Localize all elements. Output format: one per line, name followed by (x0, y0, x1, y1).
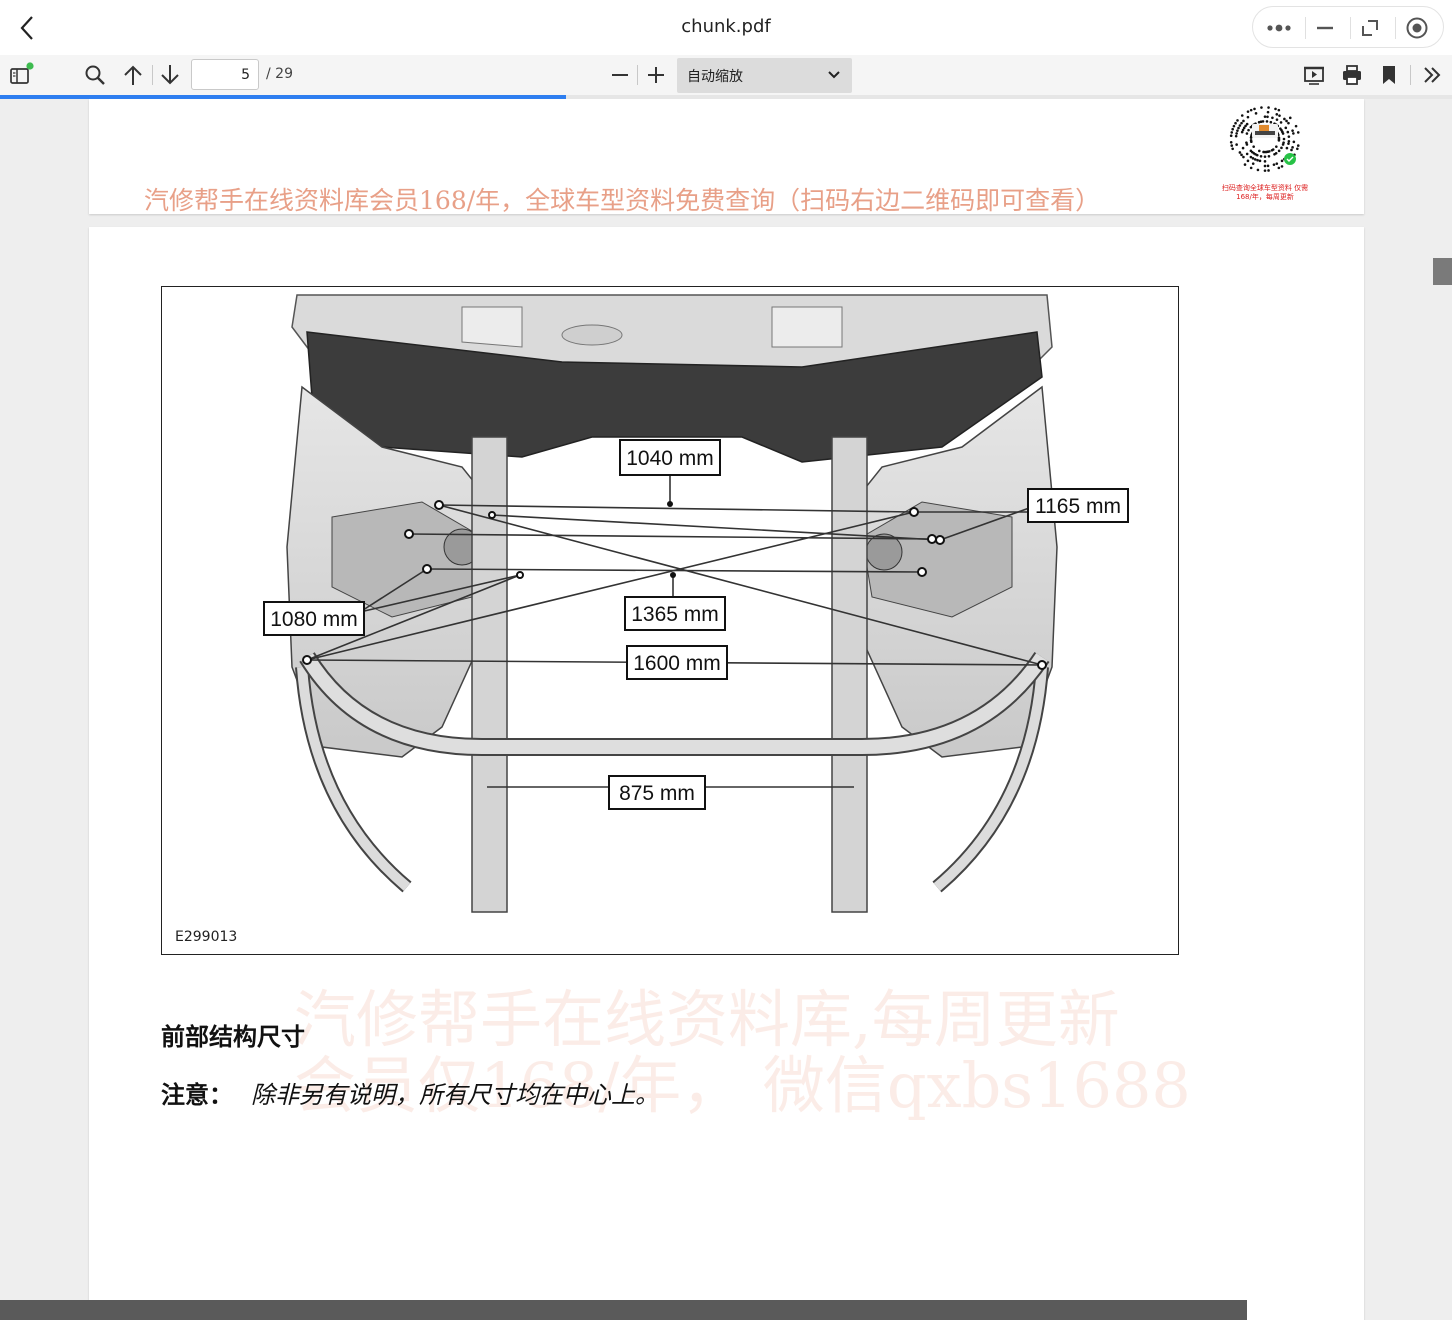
watermark-line-1: 汽修帮手在线资料库,每周更新 (294, 987, 1191, 1053)
restore-button[interactable] (1353, 11, 1387, 45)
bookmark-icon (1379, 63, 1399, 87)
pdf-toolbar: / 29 自动缩放 (0, 55, 1452, 95)
presentation-icon (1302, 63, 1326, 87)
more-tools-button[interactable] (1417, 61, 1447, 89)
minimize-button[interactable] (1308, 11, 1342, 45)
presentation-mode-button[interactable] (1299, 61, 1329, 89)
zoom-select[interactable]: 自动缩放 (677, 58, 852, 93)
horizontal-scrollbar[interactable] (0, 1300, 1247, 1320)
measurement-label: 1040 mm (626, 447, 714, 470)
previous-page: 汽修帮手在线资料库会员168/年，全球车型资料免费查询（扫码右边二维码即可查看）… (89, 99, 1364, 214)
note-paragraph: 注意： 除非另有说明，所有尺寸均在中心上。 (161, 1075, 659, 1110)
note-label: 注意： (161, 1081, 233, 1109)
double-chevron-right-icon (1421, 64, 1443, 86)
sidebar-toggle-button[interactable] (5, 61, 35, 89)
section-heading: 前部结构尺寸 (161, 1017, 305, 1052)
restore-icon (1360, 18, 1380, 38)
note-text: 除非另有说明，所有尺寸均在中心上。 (251, 1081, 659, 1109)
current-page: 汽修帮手在线资料库,每周更新 会员仅168/年， 微信qxbs1688 (89, 227, 1364, 1320)
record-icon (1405, 16, 1429, 40)
zoom-out-button[interactable] (605, 61, 635, 89)
more-button[interactable] (1262, 11, 1296, 45)
sidebar-toggle-icon (6, 62, 34, 88)
window-controls (1252, 6, 1444, 48)
page-number-input[interactable] (191, 59, 259, 90)
next-page-button[interactable] (155, 61, 185, 89)
measurement-label: 1365 mm (631, 603, 719, 626)
title-bar: chunk.pdf (0, 0, 1452, 55)
previous-page-button[interactable] (118, 61, 148, 89)
page-watermark-banner: 汽修帮手在线资料库会员168/年，全球车型资料免费查询（扫码右边二维码即可查看） (144, 181, 1100, 217)
close-button[interactable] (1400, 11, 1434, 45)
zoom-in-button[interactable] (641, 61, 671, 89)
zoom-select-label: 自动缩放 (687, 66, 743, 86)
arrow-up-icon (122, 63, 144, 87)
minimize-icon (1315, 18, 1335, 38)
page-total: / 29 (266, 66, 293, 82)
vertical-scrollbar-thumb[interactable] (1433, 258, 1452, 285)
window-title: chunk.pdf (0, 16, 1452, 37)
more-icon (1266, 23, 1292, 33)
notification-badge (26, 62, 33, 69)
measurement-label: 1600 mm (633, 652, 721, 675)
search-icon (83, 63, 107, 87)
qr-caption: 扫码查询全球车型资料 仅需168/年，每周更新 (1220, 184, 1310, 202)
measurement-label: 1080 mm (270, 608, 358, 631)
front-structure-figure: 1040 mm 1165 mm 1080 mm 1365 mm 1600 mm … (161, 286, 1179, 955)
front-structure-diagram: 1040 mm 1165 mm 1080 mm 1365 mm 1600 mm … (162, 287, 1178, 954)
measurement-label: 875 mm (619, 782, 695, 805)
zoom-out-icon (610, 65, 630, 85)
arrow-down-icon (159, 63, 181, 87)
print-button[interactable] (1337, 61, 1367, 89)
figure-id: E299013 (175, 929, 237, 945)
print-icon (1340, 63, 1364, 87)
document-viewer[interactable]: 汽修帮手在线资料库会员168/年，全球车型资料免费查询（扫码右边二维码即可查看）… (0, 99, 1452, 1320)
zoom-in-icon (646, 65, 666, 85)
qr-code-image[interactable] (1222, 99, 1308, 179)
search-button[interactable] (80, 61, 110, 89)
chevron-down-icon (828, 71, 840, 79)
bookmark-button[interactable] (1374, 61, 1404, 89)
measurement-label: 1165 mm (1035, 495, 1121, 518)
